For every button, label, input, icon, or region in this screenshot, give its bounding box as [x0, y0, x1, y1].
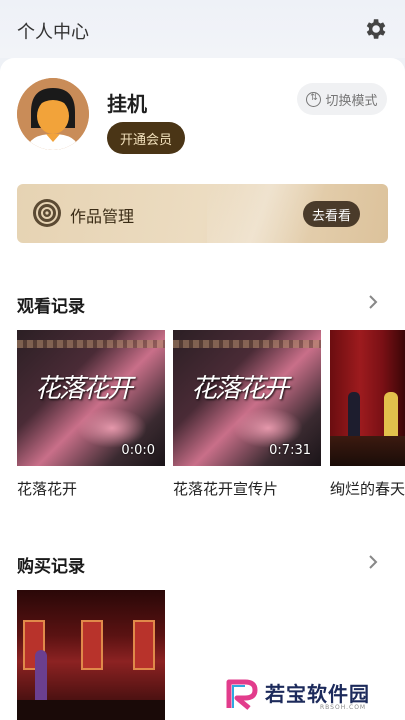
video-thumbnail[interactable]: 花落花开 0:0:0	[17, 330, 165, 466]
stage-arch	[133, 620, 155, 670]
poster-calligraphy: 花落花开	[35, 374, 133, 404]
username: 挂机	[107, 92, 147, 116]
video-title[interactable]: 绚烂的春天	[330, 478, 405, 499]
watermark-subtext: RBSOH.COM	[320, 704, 367, 711]
switch-mode-button[interactable]: ⇅ 切换模式	[297, 83, 387, 115]
video-thumbnail[interactable]: 花落花开 0:7:31	[173, 330, 321, 466]
avatar-illustration	[17, 78, 89, 150]
works-management-card[interactable]: 作品管理 去看看	[17, 184, 388, 243]
poster-petal	[77, 408, 147, 448]
video-title[interactable]: 花落花开宣传片	[173, 478, 278, 499]
user-avatar-icon[interactable]	[17, 78, 89, 150]
gear-icon[interactable]	[362, 16, 388, 42]
stage-floor	[330, 436, 405, 466]
poster-band	[17, 340, 165, 348]
top-bar: 个人中心	[0, 0, 405, 58]
page-title: 个人中心	[17, 22, 89, 43]
poster-calligraphy: 花落花开	[191, 374, 289, 404]
watermark-text: 若宝软件园	[265, 682, 370, 706]
stage-image	[330, 330, 405, 466]
video-thumbnail[interactable]	[330, 330, 405, 466]
switch-mode-label: 切换模式	[325, 93, 378, 109]
r-logo-icon	[226, 679, 258, 710]
watermark: 若宝软件园 RBSOH.COM	[225, 674, 400, 714]
stage-floor	[17, 700, 165, 720]
purchase-history-title: 购买记录	[17, 557, 85, 577]
chevron-right-icon[interactable]	[367, 554, 379, 570]
poster-band	[173, 340, 321, 348]
stage-arch	[81, 620, 103, 670]
poster-image: 花落花开 0:0:0	[17, 330, 165, 466]
open-vip-button[interactable]: 开通会员	[107, 122, 185, 154]
video-duration: 0:0:0	[121, 443, 155, 458]
go-see-button[interactable]: 去看看	[303, 201, 360, 227]
poster-image: 花落花开 0:7:31	[173, 330, 321, 466]
chevron-right-icon[interactable]	[367, 294, 379, 310]
switch-icon: ⇅	[306, 91, 322, 107]
watch-history-title: 观看记录	[17, 297, 85, 317]
video-duration: 0:7:31	[269, 443, 311, 458]
poster-petal	[233, 408, 303, 448]
video-title[interactable]: 花落花开	[17, 478, 77, 499]
works-label: 作品管理	[70, 207, 135, 226]
target-icon	[33, 199, 61, 227]
purchase-thumbnail[interactable]	[17, 590, 165, 720]
